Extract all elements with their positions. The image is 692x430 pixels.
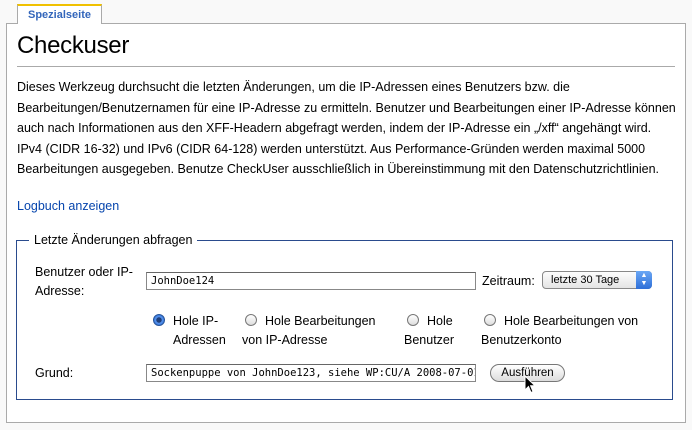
period-selected-value: letzte 30 Tage bbox=[551, 274, 620, 286]
radio-edits-from-ip[interactable] bbox=[245, 314, 257, 326]
radio-edits-from-ip-line1: Hole Bearbeitungen bbox=[265, 314, 376, 328]
fieldset-legend: Letzte Änderungen abfragen bbox=[34, 233, 193, 247]
user-label-line1: Benutzer oder IP- bbox=[35, 265, 133, 279]
reason-label: Grund: bbox=[35, 366, 74, 380]
reason-input[interactable]: Sockenpuppe von JohnDoe123, siehe WP:CU/… bbox=[146, 364, 476, 382]
radio-edits-from-account[interactable] bbox=[484, 314, 496, 326]
select-arrows-icon: ▲ ▼ bbox=[636, 271, 652, 289]
radio-ip-addresses[interactable] bbox=[153, 314, 165, 326]
radio-ip-addresses-line2: Adressen bbox=[173, 333, 226, 347]
period-select[interactable]: letzte 30 Tage ▲ ▼ bbox=[542, 271, 652, 289]
radio-edits-from-account-line2: Benutzerkonto bbox=[481, 333, 562, 347]
radio-users[interactable] bbox=[407, 314, 419, 326]
period-label: Zeitraum: bbox=[482, 274, 535, 288]
radio-users-line2: Benutzer bbox=[404, 333, 455, 347]
log-link[interactable]: Logbuch anzeigen bbox=[17, 199, 119, 213]
radio-edits-from-ip-line2: von IP-Adresse bbox=[242, 333, 328, 347]
intro-text: Dieses Werkzeug durchsucht die letzten Ä… bbox=[17, 80, 676, 176]
user-input[interactable]: JohnDoe124 bbox=[146, 272, 476, 290]
radio-ip-addresses-line1: Hole IP- bbox=[173, 314, 219, 328]
title-divider bbox=[17, 66, 675, 67]
tab-spezialseite[interactable]: Spezialseite bbox=[17, 4, 102, 24]
radio-edits-from-account-line1: Hole Bearbeitungen von bbox=[504, 314, 639, 328]
user-label-line2: Adresse: bbox=[35, 284, 85, 298]
mouse-pointer-icon bbox=[524, 375, 536, 394]
radio-users-line1: Hole bbox=[427, 314, 453, 328]
page-title: Checkuser bbox=[17, 32, 130, 59]
